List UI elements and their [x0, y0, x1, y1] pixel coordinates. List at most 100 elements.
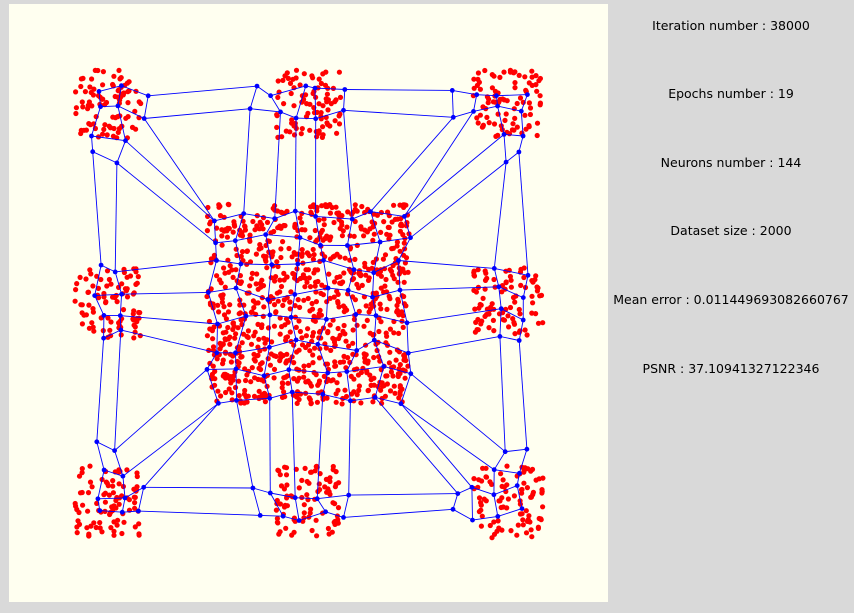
data-point: [237, 310, 243, 316]
data-point: [252, 227, 258, 233]
data-point: [251, 393, 258, 399]
data-point: [364, 370, 370, 376]
data-point: [539, 487, 545, 493]
data-point: [471, 273, 478, 279]
data-point: [504, 482, 510, 488]
neuron-edge: [343, 110, 353, 220]
data-point: [280, 302, 286, 308]
data-point: [132, 500, 138, 506]
neuron-edge: [235, 368, 237, 401]
data-point: [281, 375, 287, 381]
neuron: [516, 149, 522, 155]
data-point: [294, 277, 300, 284]
data-point: [512, 299, 518, 305]
data-point: [274, 259, 280, 265]
neuron: [214, 350, 220, 356]
data-point: [245, 328, 251, 334]
data-point: [221, 265, 227, 271]
data-point: [391, 330, 397, 336]
data-point: [258, 284, 264, 290]
data-point: [340, 228, 346, 234]
data-point: [383, 276, 389, 283]
data-point: [501, 69, 507, 75]
data-point: [218, 393, 224, 399]
neuron: [261, 373, 267, 379]
neuron: [323, 509, 328, 515]
data-point: [514, 532, 520, 538]
data-point: [265, 238, 271, 244]
data-point: [505, 313, 511, 319]
data-point: [325, 486, 331, 492]
neuron: [101, 313, 107, 318]
data-point: [280, 239, 286, 245]
data-point: [114, 299, 120, 305]
data-point: [473, 319, 479, 325]
data-point: [482, 67, 488, 74]
data-point: [242, 227, 248, 233]
data-point: [275, 467, 281, 473]
data-point: [389, 246, 395, 252]
data-point: [368, 382, 374, 388]
data-point: [523, 508, 529, 514]
som-visualization-canvas: [9, 4, 608, 602]
data-point: [327, 210, 333, 216]
data-point: [315, 390, 321, 396]
data-point: [331, 279, 338, 285]
data-point: [297, 328, 303, 335]
neuron: [141, 116, 147, 121]
data-point: [537, 93, 543, 99]
data-point: [134, 280, 140, 286]
data-point: [301, 502, 307, 508]
data-point: [250, 218, 256, 225]
data-point: [491, 276, 497, 283]
neuron-edge: [137, 487, 145, 512]
data-point: [299, 247, 305, 253]
data-point: [282, 73, 288, 79]
neuron: [267, 490, 273, 496]
data-point: [497, 74, 503, 80]
data-point: [303, 267, 309, 273]
neuron: [398, 401, 404, 407]
data-point: [264, 265, 270, 271]
data-point: [90, 324, 96, 330]
data-point: [123, 115, 129, 121]
data-point: [248, 276, 254, 282]
data-point: [87, 479, 94, 485]
data-point: [225, 336, 231, 342]
data-point: [114, 494, 120, 501]
data-point: [300, 274, 306, 280]
data-point: [332, 359, 338, 365]
neuron: [525, 92, 530, 97]
data-point: [512, 80, 518, 86]
data-point: [500, 477, 506, 483]
neuron-edge: [505, 151, 520, 163]
neuron-edge: [374, 397, 459, 494]
data-point: [332, 501, 338, 507]
data-point: [516, 72, 522, 78]
data-point: [512, 85, 518, 91]
data-point: [216, 309, 222, 315]
data-point: [275, 225, 281, 231]
neuron-edge: [280, 111, 297, 119]
neuron: [268, 93, 273, 99]
neuron: [498, 306, 504, 312]
data-point: [259, 222, 265, 228]
data-point: [316, 101, 322, 107]
data-point: [312, 345, 318, 351]
data-point: [248, 379, 254, 385]
data-point: [341, 309, 347, 315]
neuron-edge: [236, 400, 254, 489]
data-point: [110, 81, 116, 88]
data-point: [475, 76, 481, 82]
data-point: [308, 204, 314, 210]
data-point: [103, 300, 109, 306]
neuron-edge: [400, 403, 473, 488]
data-point: [131, 335, 137, 341]
data-point: [284, 351, 290, 357]
data-point: [228, 359, 234, 365]
data-point: [503, 111, 509, 117]
neuron: [474, 92, 480, 98]
neuron-edge: [518, 340, 528, 450]
data-point: [95, 67, 101, 74]
data-point: [338, 219, 345, 225]
